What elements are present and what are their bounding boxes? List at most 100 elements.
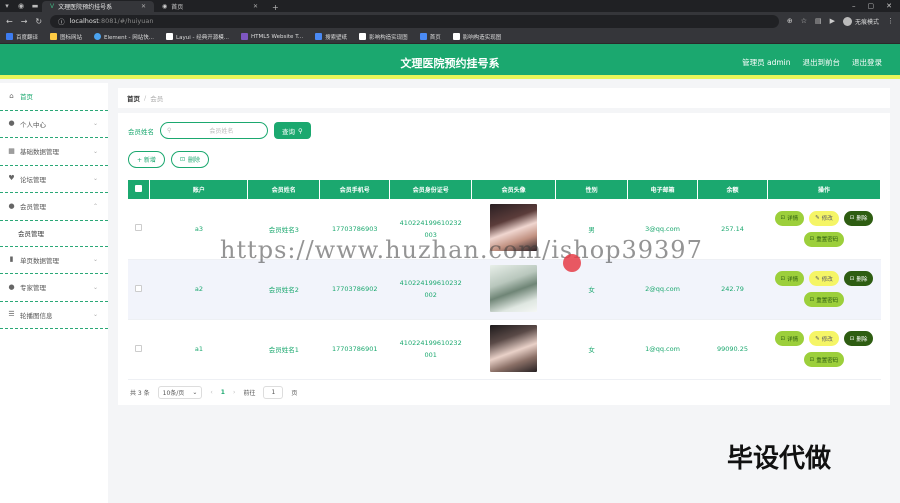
- bookmark-item[interactable]: 首页: [419, 33, 441, 41]
- cell-phone: 17703786902: [319, 259, 390, 320]
- sidebar-item-profile[interactable]: ● 个人中心 ⌄: [0, 111, 108, 138]
- column-header: 操作: [767, 180, 882, 199]
- next-page-icon[interactable]: ›: [233, 389, 235, 396]
- bookmark-item[interactable]: 百度翻译: [6, 33, 38, 41]
- globe-icon: ◉: [162, 3, 168, 10]
- current-page[interactable]: 1: [221, 389, 225, 396]
- browser-tab-active[interactable]: V 文理医院预约挂号系 ✕: [42, 1, 154, 12]
- delete-row-button[interactable]: ⊡ 删除: [843, 210, 874, 226]
- browser-tab-2[interactable]: ◉ 首页 ✕: [154, 1, 266, 12]
- sidebar-item-carousel[interactable]: ☰ 轮播图信息 ⌄: [0, 302, 108, 329]
- chart-icon: ▮: [9, 255, 14, 264]
- tab-label: 文理医院预约挂号系: [58, 4, 113, 11]
- member-photo[interactable]: [490, 264, 538, 312]
- search-bar: 会员姓名 ⚲ 会员姓名 查询 ⚲: [128, 122, 311, 139]
- close-tab-icon[interactable]: ✕: [253, 3, 258, 10]
- sidebar-item-experts[interactable]: ● 专家管理 ⌄: [0, 274, 108, 302]
- sidebar-item-basic-data[interactable]: ▦ 基础数据管理 ⌄: [0, 138, 108, 166]
- profile-label: 无痕模式: [854, 18, 879, 26]
- bookmark-item[interactable]: HTML5 Website T...: [240, 33, 303, 40]
- tab-label: 首页: [171, 4, 184, 11]
- table-row: a1 会员姓名1 17703786901 410224199610232 001 …: [128, 319, 881, 380]
- pagination: 共 3 条 10条/页 ⌄ ‹ 1 › 前往 1 页: [130, 386, 297, 399]
- detail-button[interactable]: ⊡ 详情: [774, 271, 805, 286]
- forward-icon[interactable]: →: [21, 17, 28, 26]
- edit-icon: ✎: [815, 215, 820, 222]
- chevron-down-icon: ⌄: [92, 120, 98, 128]
- sidebar-item-home[interactable]: ⌂ 首页: [0, 83, 108, 111]
- bookmark-icon: [166, 33, 174, 40]
- chevron-down-icon: ⌄: [92, 311, 98, 319]
- tab-search-icon[interactable]: ▾: [0, 0, 14, 12]
- close-window-icon[interactable]: ✕: [886, 2, 892, 10]
- close-tab-icon[interactable]: ✕: [141, 3, 146, 10]
- column-header: 会员手机号: [319, 180, 391, 199]
- new-tab-button[interactable]: +: [266, 3, 285, 12]
- bookmark-icon: [359, 33, 367, 40]
- member-table: 账户 会员姓名 会员手机号 会员身份证号 会员头像 性别 电子邮箱 余额 操作 …: [128, 180, 882, 380]
- cursor-highlight: [563, 254, 581, 272]
- bookmark-item[interactable]: 影响构造实现图: [359, 33, 408, 41]
- reset-icon: ⊡: [809, 236, 815, 243]
- sidebar-item-single-page[interactable]: ▮ 单页数据管理 ⌄: [0, 247, 108, 274]
- search-icon: ⚲: [167, 127, 172, 134]
- browser-icon: ◉: [17, 2, 25, 10]
- goto-page-input[interactable]: 1: [263, 386, 284, 399]
- column-header: 电子邮箱: [627, 180, 698, 199]
- breadcrumb-home[interactable]: 首页: [127, 93, 140, 103]
- cell-ops: ⊡ 详情 ✎ 修改 ⊡ 删除 ⊡ 重置密码: [767, 319, 881, 380]
- menu-icon[interactable]: ⋮: [887, 17, 894, 25]
- detail-button[interactable]: ⊡ 详情: [774, 331, 805, 346]
- search-input[interactable]: ⚲ 会员姓名: [160, 122, 268, 139]
- logout-link[interactable]: 退出登录: [852, 57, 882, 68]
- minimize-icon[interactable]: –: [852, 2, 856, 10]
- search-button[interactable]: 查询 ⚲: [274, 122, 311, 139]
- media-icon[interactable]: ▶: [830, 17, 835, 25]
- edit-button[interactable]: ✎ 修改: [809, 271, 839, 286]
- window-icon: ▬: [31, 2, 39, 10]
- row-checkbox[interactable]: [128, 259, 150, 320]
- bookmark-star-icon[interactable]: ☆: [801, 17, 807, 25]
- member-photo[interactable]: [490, 324, 538, 372]
- cell-email: 2@qq.com: [627, 259, 698, 320]
- bookmark-item[interactable]: Layui - 经典开源模...: [166, 33, 229, 41]
- reload-icon[interactable]: ↻: [35, 17, 42, 26]
- delete-button[interactable]: ⊡ 删除: [170, 151, 209, 168]
- user-icon: ●: [8, 119, 15, 128]
- profile-button[interactable]: 无痕模式: [842, 16, 879, 26]
- url-input[interactable]: ⓘ localhost:8081/#/huiyuan: [50, 14, 779, 28]
- cell-avatar: [471, 259, 556, 320]
- edit-button[interactable]: ✎ 修改: [809, 210, 839, 226]
- select-all-checkbox[interactable]: [128, 180, 151, 199]
- prev-page-icon[interactable]: ‹: [210, 389, 212, 396]
- maximize-icon[interactable]: ▢: [868, 2, 875, 10]
- row-checkbox[interactable]: [128, 319, 150, 380]
- reset-password-button[interactable]: ⊡ 重置密码: [803, 352, 845, 367]
- page-size-select[interactable]: 10条/页 ⌄: [157, 386, 203, 399]
- reset-password-button[interactable]: ⊡ 重置密码: [803, 231, 845, 247]
- add-button[interactable]: + 新增: [128, 151, 165, 168]
- bookmark-item[interactable]: 搜索壁纸: [315, 33, 347, 41]
- sidebar-subitem-member-manage[interactable]: 会员管理: [0, 220, 108, 247]
- vue-icon: V: [50, 3, 55, 10]
- edit-button[interactable]: ✎ 修改: [809, 331, 839, 346]
- bookmark-item[interactable]: 影响构造实现图: [452, 33, 501, 41]
- row-checkbox[interactable]: [128, 199, 150, 260]
- zoom-icon[interactable]: ⊕: [787, 17, 793, 25]
- bookmark-icon: [452, 33, 460, 40]
- overlay-badge: 毕设代做: [727, 444, 832, 474]
- sidebar-item-forum[interactable]: ♥ 论坛管理 ⌄: [0, 166, 108, 193]
- column-header: 余额: [697, 180, 768, 199]
- current-user: 管理员 admin: [742, 58, 791, 67]
- detail-button[interactable]: ⊡ 详情: [774, 210, 805, 226]
- exit-front-link[interactable]: 退出到前台: [803, 57, 841, 68]
- bookmark-item[interactable]: Element - 网站快...: [94, 33, 154, 41]
- extensions-icon[interactable]: ▤: [815, 17, 822, 25]
- bookmark-icon: [50, 33, 58, 40]
- back-icon[interactable]: ←: [6, 17, 13, 26]
- reset-password-button[interactable]: ⊡ 重置密码: [803, 292, 845, 307]
- bookmark-item[interactable]: 图标网站: [50, 33, 82, 41]
- sidebar-item-members[interactable]: ● 会员管理 ⌃: [0, 193, 108, 221]
- delete-row-button[interactable]: ⊡ 删除: [843, 271, 874, 286]
- delete-row-button[interactable]: ⊡ 删除: [843, 331, 874, 346]
